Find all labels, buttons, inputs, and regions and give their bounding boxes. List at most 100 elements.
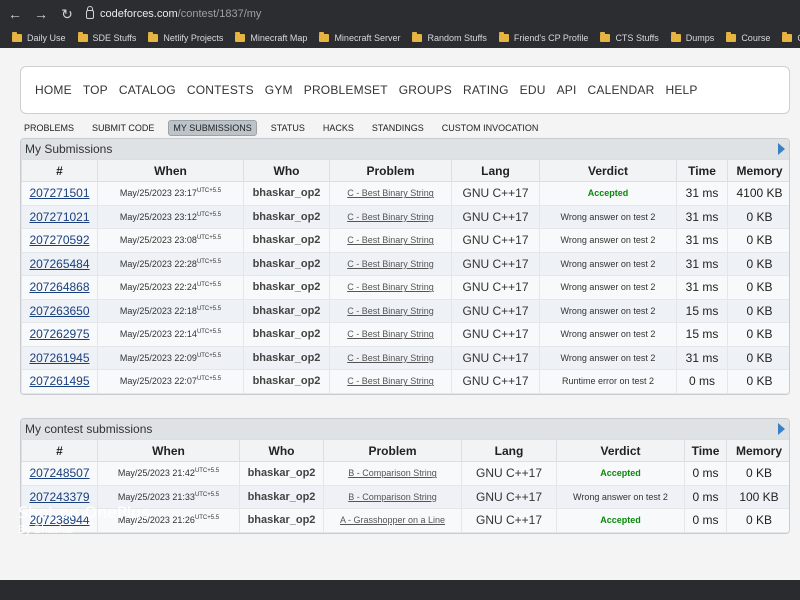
bookmark-item[interactable]: Random Stuffs [412, 32, 487, 43]
subnav-my-submissions[interactable]: MY SUBMISSIONS [168, 120, 257, 136]
verdict-cell: Wrong answer on test 2 [539, 275, 677, 300]
bookmark-item[interactable]: Dumps [670, 32, 714, 43]
problem-link[interactable]: C - Best Binary String [347, 353, 434, 363]
folder-icon [12, 32, 22, 42]
problem-link[interactable]: C - Best Binary String [347, 376, 434, 386]
memory-cell: 0 KB [727, 228, 789, 253]
bookmark-item[interactable]: Minecraft Map [235, 32, 308, 43]
time-cell: 31 ms [676, 181, 728, 206]
subnav-problems[interactable]: PROBLEMS [20, 121, 78, 135]
menu-item-contests[interactable]: CONTESTS [187, 83, 254, 97]
author-cell[interactable]: bhaskar_op2 [243, 181, 330, 206]
menu-item-calendar[interactable]: CALENDAR [588, 83, 655, 97]
table-row: 207265484 May/25/2023 22:28UTC+5.5 bhaskar… [21, 251, 789, 276]
subnav-hacks[interactable]: HACKS [319, 121, 358, 135]
panel-header: My Submissions [21, 139, 789, 159]
bookmark-item[interactable]: Course [726, 32, 770, 43]
submission-link[interactable]: 207265484 [29, 257, 89, 271]
problem-link[interactable]: C - Best Binary String [347, 235, 434, 245]
bookmark-item[interactable]: CTS Stuffs [600, 32, 659, 43]
subnav-submit-code[interactable]: SUBMIT CODE [88, 121, 158, 135]
language-cell: GNU C++17 [451, 369, 540, 394]
author-cell[interactable]: bhaskar_op2 [239, 484, 324, 509]
folder-icon [600, 32, 611, 42]
author-cell[interactable]: bhaskar_op2 [243, 228, 330, 253]
menu-item-problemset[interactable]: PROBLEMSET [304, 83, 388, 97]
codeforces-page: HOME TOP CATALOG CONTESTS GYM PROBLEMSET GROUP… [0, 48, 800, 580]
back-arrow-icon[interactable]: ← [4, 6, 26, 22]
submission-link[interactable]: 207271501 [29, 186, 89, 200]
menu-item-top[interactable]: TOP [83, 83, 108, 97]
problem-cell: C - Best Binary String [329, 181, 452, 206]
submission-link[interactable]: 207261495 [29, 374, 89, 388]
menu-item-gym[interactable]: GYM [265, 83, 293, 97]
problem-link[interactable]: C - Best Binary String [347, 282, 434, 292]
memory-cell: 0 KB [727, 322, 789, 347]
expand-arrow-icon[interactable] [778, 423, 785, 435]
submission-id-cell: 207264868 [21, 275, 98, 300]
author-cell[interactable]: bhaskar_op2 [243, 275, 330, 300]
bookmark-item[interactable]: Current Pr [782, 32, 800, 43]
submission-link[interactable]: 207270592 [29, 233, 89, 247]
subnav-custom-invocation[interactable]: CUSTOM INVOCATION [438, 121, 543, 135]
forward-arrow-icon[interactable]: → [30, 6, 52, 22]
author-cell[interactable]: bhaskar_op2 [239, 461, 324, 486]
menu-item-home[interactable]: HOME [35, 83, 72, 97]
verdict-cell: Wrong answer on test 2 [539, 345, 677, 370]
time-cell: 15 ms [676, 298, 728, 323]
reload-icon[interactable]: ↻ [56, 6, 78, 23]
bookmark-label: Minecraft Server [334, 33, 401, 43]
author-cell[interactable]: bhaskar_op2 [243, 322, 330, 347]
subnav-status[interactable]: STATUS [267, 121, 309, 135]
menu-item-api[interactable]: API [557, 83, 577, 97]
expand-arrow-icon[interactable] [778, 143, 785, 155]
submission-link[interactable]: 207271021 [29, 210, 89, 224]
address-bar[interactable]: codeforces.com/contest/1837/my [86, 5, 261, 20]
bookmark-item[interactable]: Minecraft Server [319, 32, 401, 43]
submission-link[interactable]: 207263650 [29, 304, 89, 318]
problem-link[interactable]: A - Grasshopper on a Line [340, 515, 445, 525]
subnav-standings[interactable]: STANDINGS [368, 121, 428, 135]
timezone: UTC+5.5 [196, 305, 222, 312]
author-cell[interactable]: bhaskar_op2 [243, 298, 330, 323]
bookmark-item[interactable]: Netlify Projects [148, 32, 223, 43]
submission-link[interactable]: 207261945 [29, 351, 89, 365]
menu-item-rating[interactable]: RATING [463, 83, 509, 97]
problem-link[interactable]: C - Best Binary String [347, 306, 434, 316]
submission-link[interactable]: 207248507 [29, 466, 89, 480]
submission-link[interactable]: 207264868 [29, 280, 89, 294]
time-cell: 0 ms [676, 369, 728, 394]
menu-item-catalog[interactable]: CATALOG [119, 83, 176, 97]
submission-time: May/25/2023 23:12 [119, 211, 197, 222]
author-cell[interactable]: bhaskar_op2 [243, 251, 330, 276]
author-cell[interactable]: bhaskar_op2 [243, 204, 330, 229]
problem-link[interactable]: B - Comparison String [348, 492, 437, 502]
bookmark-label: Minecraft Map [250, 33, 308, 43]
timezone: UTC+5.5 [196, 352, 222, 359]
problem-link[interactable]: B - Comparison String [348, 468, 437, 478]
memory-cell: 0 KB [727, 345, 789, 370]
author-cell[interactable]: bhaskar_op2 [239, 508, 324, 533]
problem-link[interactable]: C - Best Binary String [347, 329, 434, 339]
author-cell[interactable]: bhaskar_op2 [243, 369, 330, 394]
problem-link[interactable]: C - Best Binary String [347, 212, 434, 222]
bookmark-item[interactable]: Daily Use [12, 32, 66, 43]
column-header: Memory [726, 439, 789, 462]
verdict-cell: Wrong answer on test 2 [556, 484, 685, 509]
problem-cell: C - Best Binary String [329, 345, 452, 370]
menu-item-help[interactable]: HELP [665, 83, 697, 97]
problem-link[interactable]: C - Best Binary String [347, 188, 434, 198]
author-cell[interactable]: bhaskar_op2 [243, 345, 330, 370]
folder-icon [412, 32, 423, 42]
submission-link[interactable]: 207262975 [29, 327, 89, 341]
problem-link[interactable]: C - Best Binary String [347, 259, 434, 269]
problem-cell: B - Comparison String [323, 484, 462, 509]
problem-cell: C - Best Binary String [329, 298, 452, 323]
bookmark-item[interactable]: SDE Stuffs [77, 32, 136, 43]
submission-time: May/25/2023 22:07 [119, 376, 197, 387]
submission-id-cell: 207271021 [21, 204, 98, 229]
submission-link[interactable]: 207243379 [29, 490, 89, 504]
menu-item-edu[interactable]: EDU [520, 83, 546, 97]
menu-item-groups[interactable]: GROUPS [399, 83, 452, 97]
bookmark-item[interactable]: Friend's CP Profile [498, 32, 588, 43]
